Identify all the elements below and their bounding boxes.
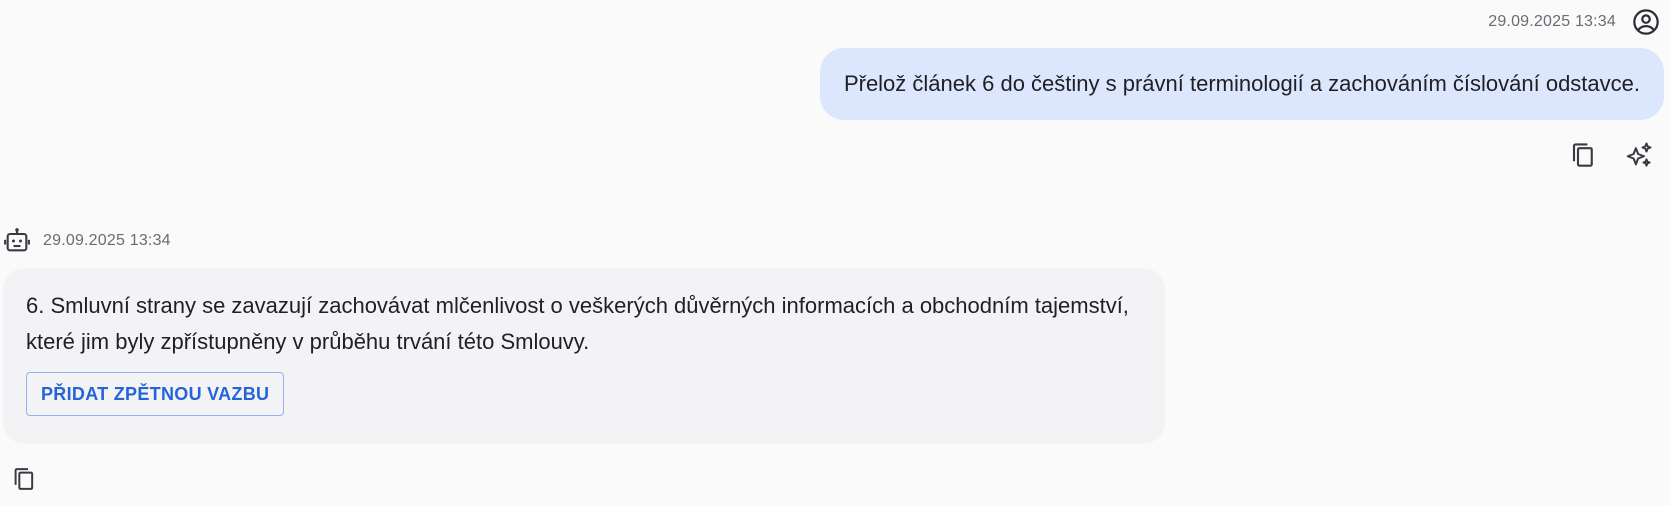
copy-bot-message-button[interactable] bbox=[7, 462, 41, 496]
account-circle-icon[interactable] bbox=[1632, 8, 1660, 36]
copy-user-message-button[interactable] bbox=[1566, 138, 1600, 172]
bot-message-actions bbox=[7, 462, 41, 496]
bot-message-header: 29.09.2025 13:34 bbox=[3, 227, 171, 255]
user-message-bubble: Přelož článek 6 do češtiny s právní term… bbox=[819, 48, 1664, 120]
robot-icon bbox=[3, 227, 31, 255]
user-message-timestamp: 29.09.2025 13:34 bbox=[1488, 13, 1616, 30]
bot-message-bubble: 6. Smluvní strany se zavazují zachovávat… bbox=[3, 268, 1165, 444]
chat-thread: 29.09.2025 13:34 Přelož článek 6 do češt… bbox=[0, 0, 1670, 506]
add-feedback-button[interactable]: PŘIDAT ZPĚTNOU VAZBU bbox=[26, 372, 285, 416]
user-message-header: 29.09.2025 13:34 bbox=[1488, 8, 1660, 36]
sparkle-button[interactable] bbox=[1622, 138, 1656, 172]
bot-message-text: 6. Smluvní strany se zavazují zachovávat… bbox=[26, 293, 1129, 354]
sparkle-icon bbox=[1626, 142, 1652, 167]
user-message-text: Přelož článek 6 do češtiny s právní term… bbox=[843, 71, 1640, 96]
copy-icon bbox=[1572, 143, 1593, 167]
user-message-actions bbox=[1566, 138, 1656, 172]
bot-message-timestamp: 29.09.2025 13:34 bbox=[43, 232, 171, 249]
copy-icon bbox=[14, 468, 34, 490]
